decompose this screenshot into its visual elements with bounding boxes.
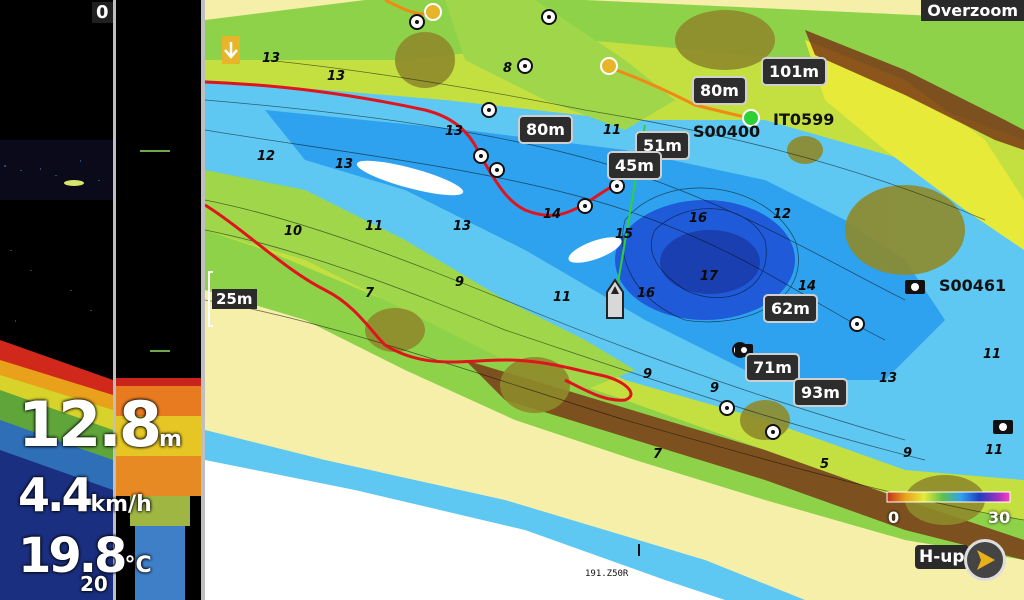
svg-text:15: 15 [615,227,633,242]
chart-text: 191.Z50R [585,569,629,579]
svg-text:11: 11 [985,443,1003,458]
svg-text:13: 13 [327,69,345,84]
svg-text:14: 14 [798,279,816,294]
svg-text:8: 8 [503,61,512,76]
waypoint-name[interactable]: S00400 [693,122,760,141]
distance-label[interactable]: 80m [692,76,747,105]
speed-readout: 4.4km/h [18,468,152,522]
speed-value: 4.4 [18,468,93,522]
bathymetry-map[interactable]: 13 13 12 13 13 10 11 13 14 15 16 17 16 12 14 9 7 11 11… [205,0,1024,600]
temp-unit: °C [124,553,152,578]
track-down-arrow-icon[interactable] [222,36,240,64]
temp-value: 19.8 [18,528,127,584]
colorbar-min: 0 [888,508,900,527]
depth-unit: m [158,427,182,452]
chart-map[interactable]: 13 13 12 13 13 10 11 13 14 15 16 17 16 12 14 9 7 11 11… [205,0,1024,600]
scale-label: 25m [212,289,257,309]
svg-text:5: 5 [820,457,829,472]
svg-text:10: 10 [284,224,302,239]
orientation-label[interactable]: H-up [915,545,969,569]
svg-text:11: 11 [983,347,1001,362]
distance-label[interactable]: 62m [763,294,818,323]
svg-text:9: 9 [643,367,652,382]
distance-label[interactable]: 45m [607,151,662,180]
svg-text:11: 11 [365,219,383,234]
compass-arrow-icon[interactable] [964,539,1006,581]
svg-text:16: 16 [637,286,655,301]
sonar-panel: 0 12.8m 4.4km/h 19.8°C 20 [0,0,205,600]
overzoom-label: Overzoom [921,0,1024,21]
colorbar-max: 30 [988,508,1011,527]
svg-text:9: 9 [710,381,719,396]
svg-text:11: 11 [553,290,571,305]
svg-text:9: 9 [455,275,464,290]
depth-value: 12.8 [18,388,162,461]
svg-text:13: 13 [879,371,897,386]
svg-text:13: 13 [453,219,471,234]
distance-label[interactable]: 101m [761,57,828,86]
distance-label[interactable]: 93m [793,378,848,407]
svg-text:17: 17 [700,269,719,284]
svg-text:13: 13 [335,157,353,172]
distance-label[interactable]: 80m [518,115,573,144]
svg-text:13: 13 [262,51,280,66]
svg-text:12: 12 [257,149,275,164]
depth-readout: 12.8m [18,388,182,461]
distance-label[interactable]: 71m [745,353,800,382]
svg-text:9: 9 [903,446,912,461]
depth-range-top: 0 [92,2,113,23]
svg-text:7: 7 [653,447,663,462]
depth-range-bottom: 20 [80,572,108,596]
speed-unit: km/h [90,492,152,517]
svg-text:14: 14 [543,207,561,222]
waypoint-name[interactable]: IT0599 [773,110,834,129]
svg-text:16: 16 [689,211,707,226]
svg-text:13: 13 [445,124,463,139]
waypoint-name[interactable]: S00461 [939,276,1006,295]
svg-text:11: 11 [603,123,621,138]
svg-text:12: 12 [773,207,791,222]
svg-text:7: 7 [365,286,375,301]
